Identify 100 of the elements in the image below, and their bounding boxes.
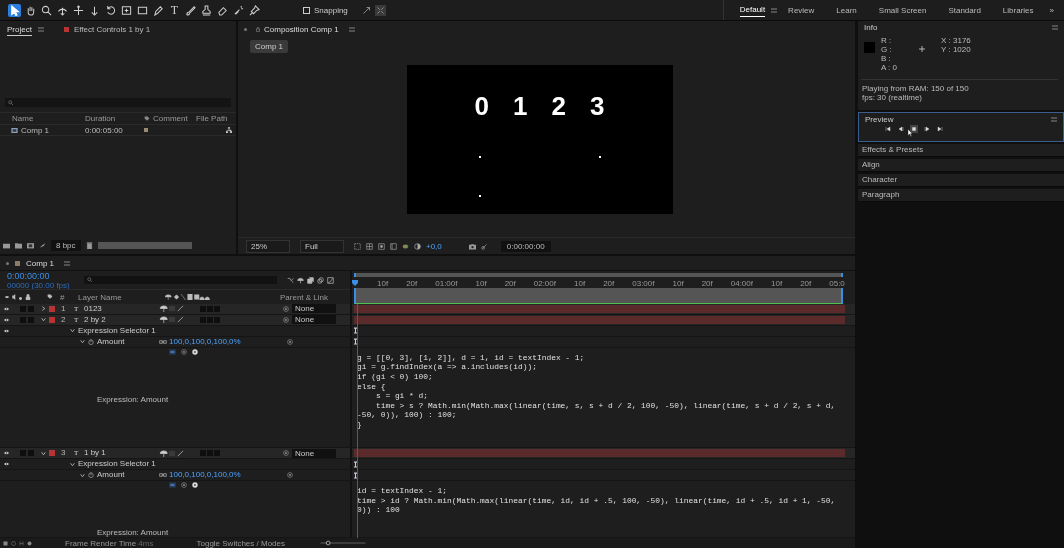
zoom-slider[interactable] bbox=[318, 540, 368, 546]
pin-icon[interactable] bbox=[248, 3, 261, 17]
workspace-tab[interactable]: Libraries bbox=[991, 5, 1045, 15]
lock-switch[interactable] bbox=[28, 450, 34, 457]
search-field[interactable] bbox=[5, 98, 231, 107]
property-group-name[interactable]: Expression Selector 1 bbox=[78, 325, 156, 336]
snap-icon[interactable] bbox=[374, 4, 386, 16]
adjustment-switch[interactable] bbox=[214, 450, 220, 457]
frame-blend-switch[interactable] bbox=[200, 316, 206, 323]
solo-switch[interactable] bbox=[20, 306, 26, 312]
mask-icon[interactable] bbox=[378, 242, 385, 250]
property-value[interactable]: 100,0,100,0,100,0% bbox=[169, 470, 241, 481]
layer-name[interactable]: 1 by 1 bbox=[84, 448, 106, 459]
column-header[interactable]: Comment bbox=[153, 114, 188, 123]
workspace-tab[interactable]: Review bbox=[777, 5, 826, 15]
adjustment-switch[interactable] bbox=[214, 316, 220, 323]
lock-switch[interactable] bbox=[28, 306, 34, 312]
link-icon[interactable] bbox=[480, 242, 488, 250]
workspace-tab[interactable]: Standard bbox=[937, 5, 992, 15]
frame-cross-icon[interactable] bbox=[120, 3, 133, 17]
chain-link-icon[interactable] bbox=[159, 473, 167, 478]
camera-icon[interactable] bbox=[468, 242, 476, 250]
breadcrumb-button[interactable]: Comp 1 bbox=[250, 39, 288, 53]
previous-frame-icon[interactable] bbox=[897, 125, 905, 133]
property-group-name[interactable]: Expression Selector 1 bbox=[78, 459, 156, 470]
motion-blur-icon[interactable] bbox=[317, 276, 324, 284]
parent-dropdown[interactable]: None bbox=[292, 315, 336, 325]
lock-switch[interactable] bbox=[28, 316, 34, 323]
parent-dropdown[interactable]: None bbox=[292, 448, 336, 458]
layer-name[interactable]: 0123 bbox=[84, 304, 102, 314]
expand-icon[interactable] bbox=[361, 5, 371, 15]
expression-toggle-icon[interactable] bbox=[169, 348, 176, 355]
motion-blur-switch[interactable] bbox=[207, 306, 213, 312]
type-tool[interactable]: T bbox=[168, 3, 181, 17]
last-frame-icon[interactable] bbox=[936, 125, 944, 133]
transparency-grid-icon[interactable] bbox=[366, 242, 373, 250]
stop-icon[interactable] bbox=[910, 125, 918, 133]
column-header[interactable]: Name bbox=[12, 114, 34, 123]
parent-dropdown[interactable]: None bbox=[292, 304, 336, 314]
exposure-value[interactable]: +0,0 bbox=[426, 241, 442, 251]
search-field[interactable] bbox=[84, 276, 277, 284]
work-area-bar[interactable] bbox=[354, 288, 843, 304]
resolution-dropdown[interactable]: Full bbox=[300, 239, 344, 253]
label-swatch[interactable] bbox=[49, 306, 55, 312]
time-ruler[interactable]: 10f 20f 01:00f 10f 20f 02:00f 10f 20f 03:00f 10f 20f 04:00f 10f 20f 05:0 bbox=[352, 277, 845, 288]
composition-icon[interactable] bbox=[27, 241, 34, 249]
panel-tab[interactable]: Effect Controls 1 by 1 bbox=[73, 25, 151, 34]
snapping-checkbox[interactable] bbox=[303, 6, 310, 14]
close-icon[interactable] bbox=[6, 261, 9, 265]
layer-name[interactable]: 2 by 2 bbox=[84, 314, 106, 325]
pen-icon[interactable] bbox=[152, 3, 165, 17]
property-value[interactable]: 100,0,100,0,100,0% bbox=[169, 336, 241, 347]
lock-icon[interactable] bbox=[256, 27, 260, 32]
next-frame-icon[interactable] bbox=[923, 125, 931, 133]
layer-switches-icon[interactable] bbox=[159, 316, 186, 324]
eye-icon[interactable] bbox=[4, 328, 9, 333]
panel-tab[interactable]: Composition Comp 1 bbox=[264, 25, 339, 34]
stopwatch-icon[interactable] bbox=[88, 338, 94, 345]
graph-editor-icon[interactable] bbox=[327, 276, 334, 284]
wand-icon[interactable] bbox=[232, 3, 245, 17]
eye-icon[interactable] bbox=[4, 462, 9, 467]
label-swatch[interactable] bbox=[49, 450, 55, 457]
pickwhip-icon[interactable] bbox=[287, 472, 293, 479]
panel-tab[interactable]: Comp 1 bbox=[26, 258, 54, 268]
guides-icon[interactable] bbox=[390, 242, 397, 250]
workspace-tab[interactable]: Small Screen bbox=[867, 5, 938, 15]
chain-link-icon[interactable] bbox=[159, 339, 167, 344]
playhead-icon[interactable] bbox=[352, 280, 358, 286]
collapsed-panel[interactable]: Paragraph bbox=[858, 188, 1064, 202]
column-header[interactable]: Layer Name bbox=[78, 292, 122, 302]
eye-icon[interactable] bbox=[4, 307, 9, 311]
arrow-icon[interactable] bbox=[8, 3, 21, 17]
timecode-field[interactable]: 0:00:00:00 bbox=[500, 240, 551, 252]
layer-switches-icon[interactable] bbox=[159, 449, 186, 457]
motion-blur-switch[interactable] bbox=[207, 450, 213, 457]
pickwhip-icon[interactable] bbox=[283, 450, 289, 457]
import-icon[interactable] bbox=[3, 241, 10, 249]
panel-tab[interactable]: Project bbox=[7, 23, 32, 36]
frame-blend-switch[interactable] bbox=[200, 450, 206, 457]
frame-blend-icon[interactable] bbox=[307, 276, 314, 284]
column-header[interactable]: Duration bbox=[85, 114, 116, 123]
solo-switch[interactable] bbox=[20, 450, 26, 457]
frame-blend-switch[interactable] bbox=[200, 306, 206, 312]
adjustment-switch[interactable] bbox=[214, 306, 220, 312]
folder-icon[interactable] bbox=[15, 241, 22, 249]
zoom-dropdown[interactable]: 25% bbox=[246, 239, 290, 253]
bit-depth-button[interactable]: 8 bpc bbox=[51, 239, 81, 251]
collapsed-panel[interactable]: Effects & Presets bbox=[858, 143, 1064, 157]
column-header[interactable]: # bbox=[60, 292, 65, 302]
column-header[interactable]: Parent & Link bbox=[280, 292, 329, 302]
stopwatch-icon[interactable] bbox=[88, 472, 94, 479]
twirl-icon[interactable] bbox=[41, 317, 46, 323]
pickwhip-icon[interactable] bbox=[287, 338, 293, 345]
trash-icon[interactable] bbox=[85, 241, 93, 249]
zoom-icon[interactable] bbox=[40, 3, 53, 17]
brush-icon[interactable] bbox=[184, 3, 197, 17]
motion-blur-switch[interactable] bbox=[207, 316, 213, 323]
rotate-icon[interactable] bbox=[104, 3, 117, 17]
more-workspaces[interactable]: » bbox=[1044, 5, 1064, 15]
layer-switches-icon[interactable] bbox=[159, 305, 186, 313]
